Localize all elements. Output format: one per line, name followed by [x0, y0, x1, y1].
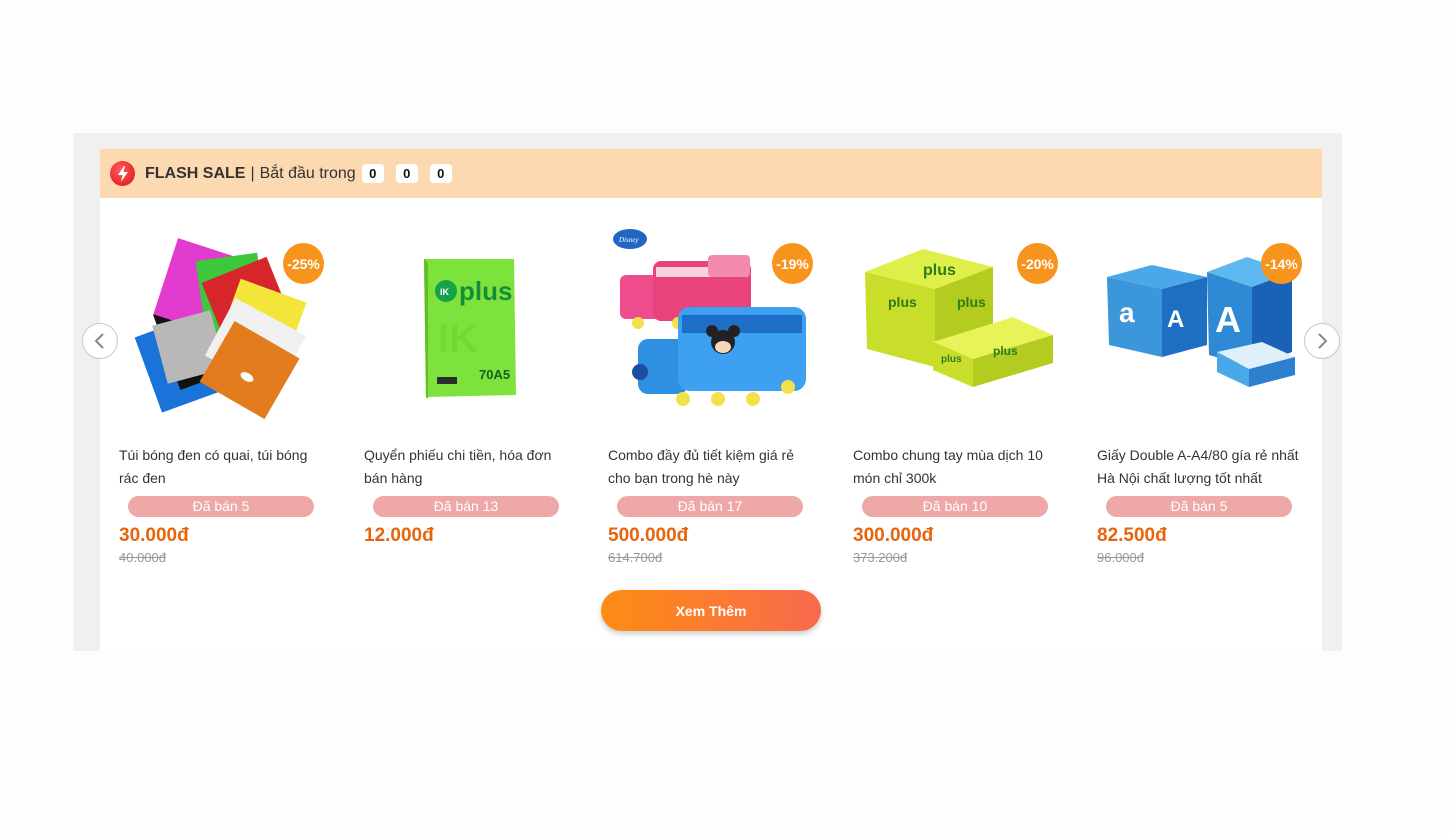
discount-badge: -19%: [772, 243, 813, 284]
product-card[interactable]: IK plus IK 70A5 Quyển phiếu chi tiền, hó…: [364, 227, 569, 547]
sold-count-badge: Đã bán 5: [1106, 496, 1292, 517]
product-price: 500.000đ: [608, 525, 689, 546]
chevron-left-icon: [94, 333, 104, 349]
sold-count-badge: Đã bán 5: [128, 496, 314, 517]
svg-text:plus: plus: [993, 344, 1018, 358]
product-card[interactable]: -25% Túi bóng đen có quai, túi bóng rác …: [119, 227, 324, 565]
product-price: 12.000đ: [364, 525, 434, 546]
see-more-button[interactable]: Xem Thêm: [601, 590, 821, 631]
lightning-bolt-icon: [110, 161, 135, 186]
countdown-minutes: 0: [395, 164, 418, 183]
svg-text:plus: plus: [941, 354, 962, 365]
product-price: 30.000đ: [119, 525, 189, 546]
svg-text:IK: IK: [438, 317, 478, 361]
product-price: 300.000đ: [853, 525, 934, 546]
product-name[interactable]: Giấy Double A-A4/80 gía rẻ nhất Hà Nội c…: [1097, 444, 1302, 490]
flash-sale-title: FLASH SALE: [145, 164, 246, 182]
sold-count-badge: Đã bán 13: [373, 496, 559, 517]
original-price: 40.000đ: [119, 550, 166, 565]
svg-text:plus: plus: [923, 262, 956, 279]
flash-sale-panel: FLASH SALE | Bắt đầu trong 0 0 0 -25% Tú…: [100, 149, 1322, 651]
product-card[interactable]: Disney -19% Combo đầy đủ tiết kiệm giá r…: [608, 227, 813, 565]
flash-sale-section: FLASH SALE | Bắt đầu trong 0 0 0 -25% Tú…: [73, 133, 1342, 651]
discount-badge: -20%: [1017, 243, 1058, 284]
product-image[interactable]: plus plus plus plus plus -20%: [853, 227, 1058, 432]
discount-badge: -25%: [283, 243, 324, 284]
product-name[interactable]: Combo chung tay mùa dịch 10 món chỉ 300k: [853, 444, 1058, 490]
carousel-next-button[interactable]: [1304, 323, 1340, 359]
product-image[interactable]: a A A -14%: [1097, 227, 1302, 432]
product-image[interactable]: IK plus IK 70A5: [364, 227, 569, 432]
product-name[interactable]: Quyển phiếu chi tiền, hóa đơn bán hàng: [364, 444, 569, 490]
product-card[interactable]: plus plus plus plus plus -20% Combo chun…: [853, 227, 1058, 565]
original-price: 614.700đ: [608, 550, 663, 565]
svg-text:plus: plus: [888, 294, 917, 310]
svg-text:Disney: Disney: [618, 236, 639, 244]
starts-in-label: Bắt đầu trong: [259, 164, 356, 182]
sold-count-badge: Đã bán 10: [862, 496, 1048, 517]
svg-text:plus: plus: [459, 276, 512, 306]
title-separator: |: [250, 164, 255, 182]
chevron-right-icon: [1318, 333, 1328, 349]
product-image[interactable]: -25%: [119, 227, 324, 432]
svg-text:A: A: [1215, 299, 1241, 340]
carousel-prev-button[interactable]: [82, 323, 118, 359]
discount-badge: -14%: [1261, 243, 1302, 284]
product-name[interactable]: Túi bóng đen có quai, túi bóng rác đen: [119, 444, 324, 490]
original-price: 373.200đ: [853, 550, 908, 565]
svg-text:a: a: [1119, 297, 1135, 328]
product-price: 82.500đ: [1097, 525, 1167, 546]
countdown-hours: 0: [361, 164, 384, 183]
svg-text:70A5: 70A5: [479, 367, 510, 382]
ik-plus-paper-image: IK plus IK 70A5: [364, 227, 569, 432]
original-price: 96.000đ: [1097, 550, 1144, 565]
svg-text:A: A: [1167, 306, 1184, 333]
countdown-seconds: 0: [429, 164, 452, 183]
svg-text:IK: IK: [440, 287, 450, 297]
product-card[interactable]: a A A -14% Giấy Double A-A4/80 gía rẻ nh…: [1097, 227, 1302, 565]
product-image[interactable]: Disney -19%: [608, 227, 813, 432]
product-name[interactable]: Combo đầy đủ tiết kiệm giá rẻ cho bạn tr…: [608, 444, 813, 490]
svg-text:plus: plus: [957, 294, 986, 310]
flash-sale-header: FLASH SALE | Bắt đầu trong 0 0 0: [100, 149, 1322, 198]
sold-count-badge: Đã bán 17: [617, 496, 803, 517]
